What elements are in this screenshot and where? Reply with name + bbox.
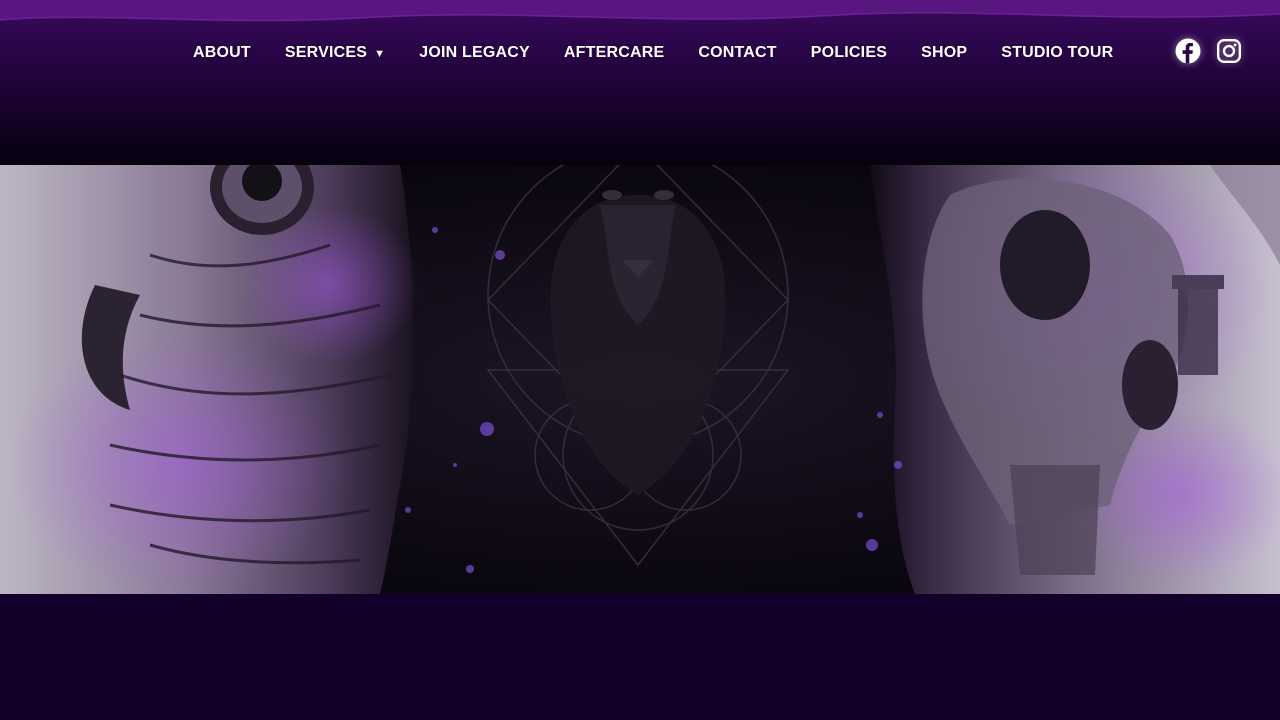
nav-item-contact[interactable]: CONTACT — [681, 44, 793, 62]
social-links — [1160, 38, 1242, 64]
nav-item-label: SHOP — [921, 44, 968, 61]
owl-tattoo-image — [0, 165, 420, 594]
skull-tattoo-image — [870, 165, 1280, 594]
nav-item-label: SERVICES — [284, 44, 368, 61]
hero-artwork — [0, 165, 1280, 594]
nav-item-label: POLICIES — [810, 44, 888, 61]
nav-item-label: STUDIO TOUR — [1001, 44, 1114, 61]
nav-item-about[interactable]: ABOUT — [176, 44, 268, 62]
main-nav: ABOUT SERVICES ▼ JOIN LEGACY AFTERCARE C… — [176, 38, 1130, 68]
hero-banner — [0, 165, 1280, 594]
nav-item-studio-tour[interactable]: STUDIO TOUR — [984, 44, 1130, 62]
page-footer-area — [0, 594, 1280, 720]
instagram-icon[interactable] — [1216, 38, 1242, 64]
nav-item-join-legacy[interactable]: JOIN LEGACY — [402, 44, 547, 62]
nav-item-label: AFTERCARE — [563, 44, 665, 61]
facebook-icon[interactable] — [1175, 38, 1201, 64]
nav-item-label: JOIN LEGACY — [419, 44, 530, 61]
site-header: ABOUT SERVICES ▼ JOIN LEGACY AFTERCARE C… — [0, 0, 1280, 165]
nav-item-policies[interactable]: POLICIES — [794, 44, 904, 62]
chevron-down-icon: ▼ — [374, 48, 386, 60]
page: ABOUT SERVICES ▼ JOIN LEGACY AFTERCARE C… — [0, 0, 1280, 720]
nav-item-shop[interactable]: SHOP — [904, 44, 984, 62]
nav-item-label: ABOUT — [193, 44, 251, 61]
nav-item-services[interactable]: SERVICES ▼ — [268, 44, 402, 62]
nav-item-label: CONTACT — [698, 44, 777, 61]
header-wave — [0, 0, 1280, 22]
nav-item-aftercare[interactable]: AFTERCARE — [547, 44, 681, 62]
